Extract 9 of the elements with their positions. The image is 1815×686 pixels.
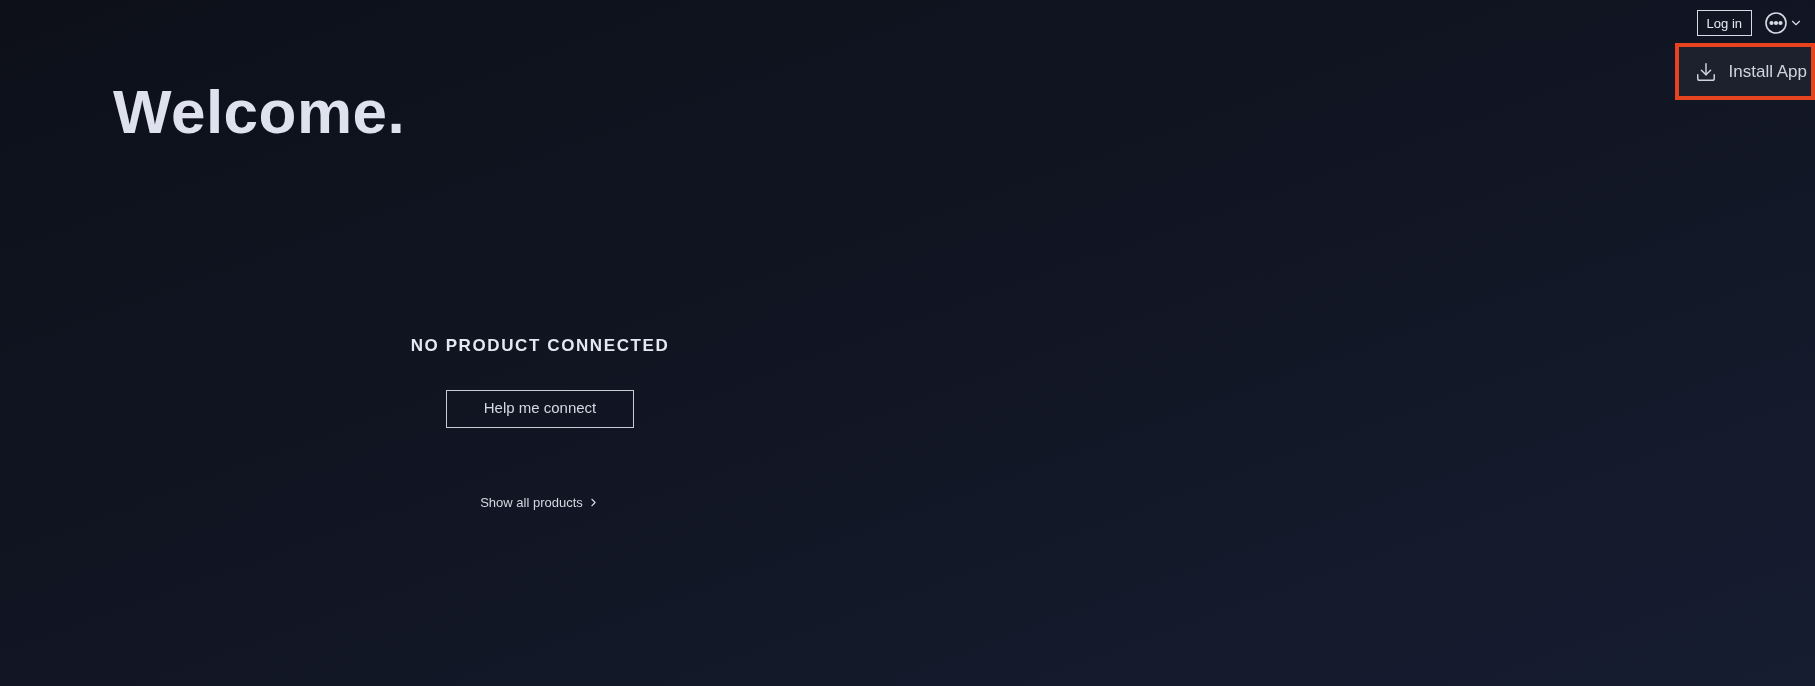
download-icon (1694, 60, 1717, 83)
more-icon (1764, 11, 1788, 35)
status-heading: NO PRODUCT CONNECTED (410, 335, 670, 357)
help-connect-button[interactable]: Help me connect (446, 389, 634, 428)
show-all-products-link[interactable]: Show all products (480, 492, 600, 512)
welcome-heading: Welcome. (113, 81, 406, 143)
install-app-menu-item[interactable]: Install App (1674, 43, 1815, 100)
more-menu-button[interactable] (1764, 9, 1803, 37)
login-button[interactable]: Log in (1696, 10, 1752, 36)
